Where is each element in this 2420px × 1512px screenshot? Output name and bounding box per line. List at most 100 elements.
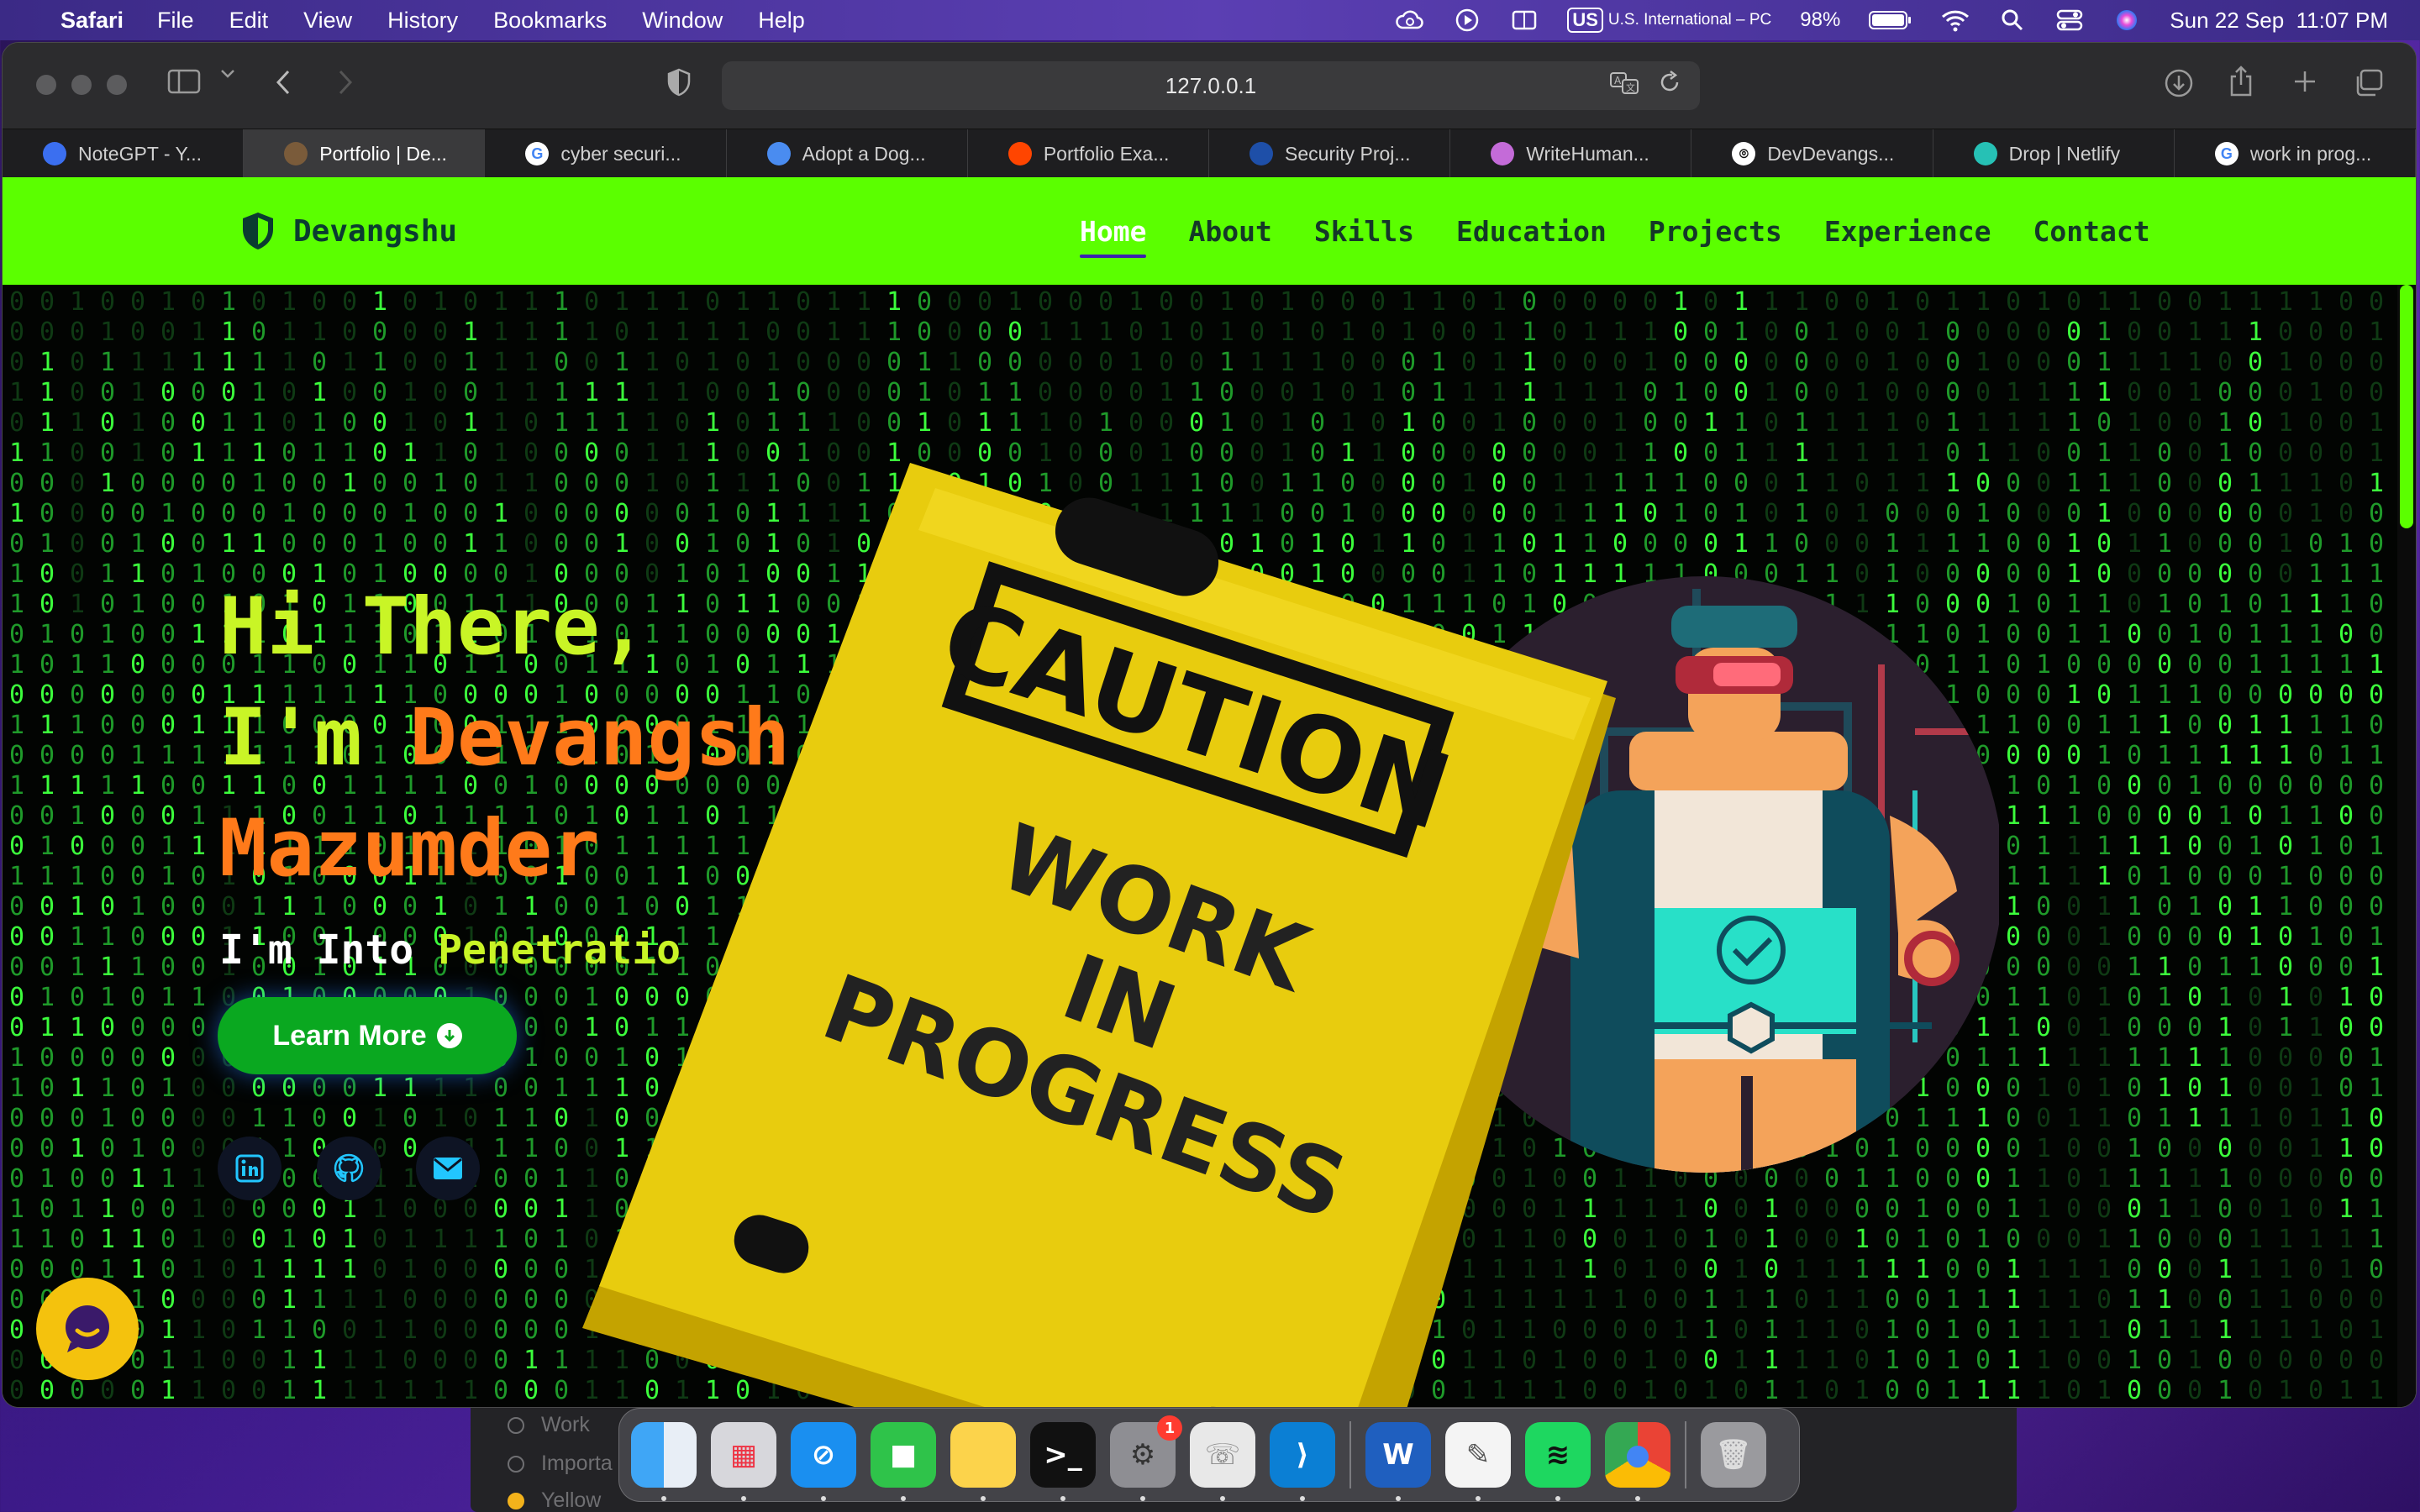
dock-spotify-icon[interactable]: ≋ (1525, 1422, 1591, 1501)
dock-visual-studio-code-icon[interactable]: ⟩ (1270, 1422, 1335, 1501)
dock-notes-icon[interactable] (950, 1422, 1016, 1501)
matrix-digit: 1 (1673, 499, 1688, 528)
menu-view[interactable]: View (303, 8, 352, 34)
browser-tab[interactable]: NoteGPT - Y... (3, 129, 245, 178)
matrix-digit: 0 (2248, 1164, 2263, 1194)
spotlight-search-icon[interactable] (1998, 6, 2027, 34)
browser-tab[interactable]: Portfolio Exa... (967, 129, 1210, 178)
clock[interactable]: Sun 22 Sep 11:07 PM (2170, 8, 2388, 34)
matrix-digit: 0 (1794, 348, 1809, 377)
matrix-digit: 1 (2308, 1225, 2323, 1254)
close-window-button[interactable] (36, 75, 56, 95)
zoom-window-button[interactable] (107, 75, 127, 95)
menu-app-name[interactable]: Safari (60, 8, 124, 34)
matrix-digit: 1 (2127, 438, 2142, 468)
dock-trash-icon[interactable]: 🗑 (1701, 1422, 1766, 1488)
site-brand[interactable]: Devangshu (239, 211, 457, 251)
email-icon[interactable] (416, 1137, 480, 1200)
downloads-icon[interactable] (2164, 68, 2194, 98)
wifi-icon[interactable] (1941, 6, 1970, 34)
dock-system-settings-icon[interactable]: ⚙ 1 (1110, 1415, 1182, 1501)
translate-icon[interactable]: A文 (1609, 70, 1639, 102)
dock-microsoft-word-icon[interactable]: W (1365, 1422, 1431, 1501)
matrix-digit: 0 (2338, 378, 2354, 407)
browser-tab[interactable]: Drop | Netlify (1933, 129, 2175, 178)
matrix-digit: 0 (2248, 1074, 2263, 1103)
matrix-digit: 0 (2006, 348, 2021, 377)
browser-tab[interactable]: Adopt a Dog... (726, 129, 968, 178)
dock-finder-icon[interactable] (631, 1422, 697, 1501)
matrix-digit: 0 (2066, 348, 2081, 377)
address-bar[interactable]: 127.0.0.1 A文 (722, 61, 1700, 110)
dock-whatsapp-icon[interactable]: ☏ (1190, 1422, 1255, 1501)
matrix-digit: 0 (433, 1346, 448, 1375)
siri-icon[interactable] (2112, 6, 2141, 34)
matrix-digit: 0 (826, 348, 841, 377)
nav-education[interactable]: Education (1456, 215, 1607, 248)
matrix-digit: 1 (1703, 1225, 1718, 1254)
matrix-digit: 0 (2187, 499, 2202, 528)
menu-help[interactable]: Help (758, 8, 805, 34)
reload-icon[interactable] (1658, 70, 1681, 102)
menu-history[interactable]: History (387, 8, 458, 34)
sidebar-toggle-icon[interactable] (167, 68, 201, 95)
nav-skills[interactable]: Skills (1314, 215, 1414, 248)
keyboard-input-menu[interactable]: US U.S. International – PC (1567, 8, 1771, 33)
browser-tab[interactable]: ⌾ DevDevangs... (1691, 129, 1933, 178)
learn-more-button[interactable]: Learn More (218, 997, 517, 1074)
linkedin-icon[interactable] (218, 1137, 281, 1200)
menu-bookmarks[interactable]: Bookmarks (493, 8, 607, 34)
page-scrollbar[interactable] (2397, 285, 2416, 1407)
github-icon[interactable] (317, 1137, 381, 1200)
battery-icon[interactable] (1869, 6, 1912, 34)
matrix-digit: 0 (2127, 1074, 2142, 1103)
browser-tab[interactable]: Portfolio | De... (244, 129, 486, 178)
matrix-digit: 1 (1219, 348, 1234, 377)
display-mirror-icon[interactable] (1510, 6, 1539, 34)
creative-cloud-icon[interactable] (1396, 6, 1424, 34)
dock-textedit-icon[interactable]: ✎ (1445, 1422, 1511, 1501)
matrix-digit: 0 (1673, 1285, 1688, 1315)
browser-tab[interactable]: Gwork in prog... (2174, 129, 2416, 178)
play-icon[interactable] (1453, 6, 1481, 34)
dock-launchpad-icon[interactable]: ▦ (711, 1422, 776, 1501)
matrix-digit: 0 (160, 1285, 176, 1315)
menu-file[interactable]: File (157, 8, 194, 34)
matrix-digit: 0 (2157, 378, 2172, 407)
chat-widget-button[interactable] (36, 1278, 139, 1380)
dock-running-indicator (901, 1496, 906, 1501)
chevron-down-icon[interactable] (219, 68, 236, 80)
menu-edit[interactable]: Edit (229, 8, 269, 34)
matrix-digit: 1 (2187, 1104, 2202, 1133)
browser-tab[interactable]: Security Proj... (1209, 129, 1451, 178)
matrix-digit: 1 (372, 348, 387, 377)
nav-projects[interactable]: Projects (1649, 215, 1782, 248)
minimize-window-button[interactable] (71, 75, 92, 95)
nav-contact[interactable]: Contact (2033, 215, 2150, 248)
browser-tab[interactable]: WriteHuman... (1450, 129, 1692, 178)
new-tab-icon[interactable] (2291, 68, 2318, 95)
menu-window[interactable]: Window (642, 8, 723, 34)
scrollbar-thumb[interactable] (2400, 285, 2413, 528)
dock-safari-icon[interactable]: ⊘ (791, 1422, 856, 1501)
matrix-digit: 0 (1461, 348, 1476, 377)
browser-tab[interactable]: Gcyber securi... (485, 129, 727, 178)
forward-button[interactable] (335, 68, 355, 97)
matrix-digit: 0 (39, 1043, 55, 1073)
nav-home[interactable]: Home (1080, 215, 1147, 258)
share-icon[interactable] (2228, 65, 2254, 98)
matrix-digit: 0 (1370, 318, 1386, 347)
dock-terminal-icon[interactable]: >_ (1030, 1422, 1096, 1501)
matrix-digit: 0 (1370, 287, 1386, 317)
tab-overview-icon[interactable] (2354, 68, 2384, 98)
back-button[interactable] (273, 68, 293, 97)
nav-about[interactable]: About (1188, 215, 1271, 248)
matrix-digit: 1 (2157, 1194, 2172, 1224)
dock-facetime-icon[interactable]: ■ (871, 1422, 936, 1501)
nav-experience[interactable]: Experience (1824, 215, 1991, 248)
matrix-digit: 0 (2248, 1134, 2263, 1163)
control-center-icon[interactable] (2055, 6, 2084, 34)
privacy-shield-icon[interactable] (666, 68, 692, 97)
dock-google-chrome-icon[interactable]: ● (1605, 1422, 1670, 1501)
matrix-digit: 0 (2187, 529, 2202, 559)
